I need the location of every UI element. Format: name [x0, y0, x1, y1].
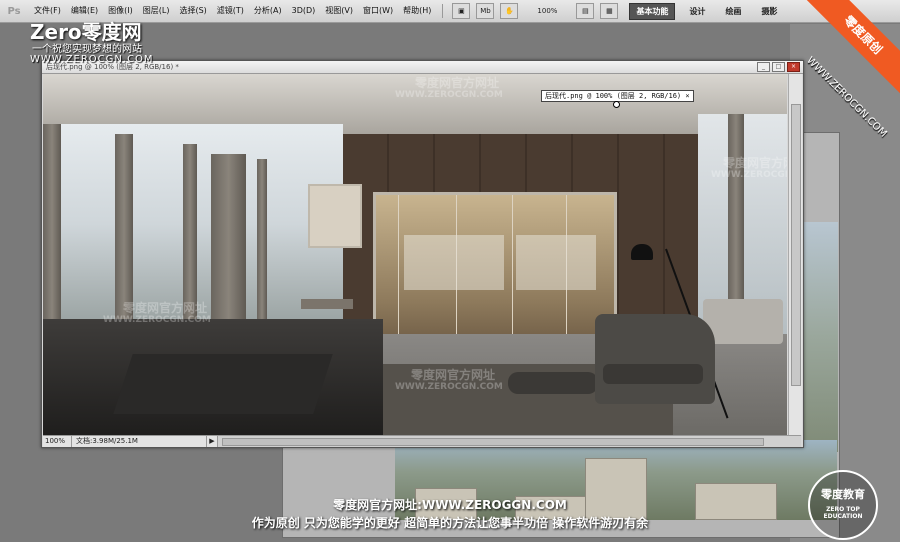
wardrobe-clothes [404, 235, 504, 290]
minimize-icon[interactable]: _ [757, 62, 770, 72]
status-menu-arrow-icon[interactable]: ▶ [207, 436, 218, 447]
watermark-faint-cn: 零度网官方网址 [411, 368, 496, 382]
education-badge-logo: 零度教育 ZERO TOP EDUCATION [808, 470, 878, 540]
badge-title: 零度教育 [821, 488, 865, 501]
menu-window[interactable]: 窗口(W) [358, 0, 398, 22]
menu-filter[interactable]: 滤镜(T) [212, 0, 249, 22]
scene-lamp-head [631, 244, 653, 260]
watermark-faint-url: WWW.ZEROCGN.COM [395, 382, 503, 392]
vertical-scrollbar[interactable] [788, 74, 802, 435]
toolbar-divider [442, 4, 444, 18]
watermark-url: WWW.ZEROCGN.COM [30, 54, 154, 65]
horizontal-scrollbar[interactable] [218, 436, 801, 447]
scene-pillar [43, 124, 61, 334]
scene-lounge-chair [595, 314, 715, 404]
mouse-cursor-icon [613, 101, 620, 108]
zoom-level-field[interactable]: 100% [527, 7, 567, 15]
menu-analysis[interactable]: 分析(A) [249, 0, 287, 22]
screen-mode-icon[interactable]: ▦ [600, 3, 619, 19]
scene-painting [308, 184, 362, 248]
scrollbar-thumb[interactable] [222, 438, 764, 446]
bridge-icon[interactable]: ▣ [452, 3, 471, 19]
caption-line-1: 零度网官方网址:WWW.ZEROGGN.COM [333, 498, 567, 512]
workspace-photography-button[interactable]: 摄影 [755, 4, 783, 19]
background-city-photo-strip [804, 222, 838, 452]
menu-select[interactable]: 选择(S) [174, 0, 211, 22]
window-controls: _ □ × [757, 62, 800, 72]
watermark-slogan: 一个祝您实现梦想的网站 [32, 44, 142, 55]
scene-pillar [211, 154, 246, 334]
workspace-painting-button[interactable]: 绘画 [719, 4, 747, 19]
watermark-faint-cn: 零度网官方网址 [415, 76, 500, 90]
menu-layer[interactable]: 图层(L) [138, 0, 175, 22]
workspace-design-button[interactable]: 设计 [683, 4, 711, 19]
status-bar: 100% 文档:3.98M/25.1M ▶ [43, 435, 801, 447]
watermark-faint-cn: 零度网官方网址 [723, 156, 787, 170]
watermark-faint-cn: 零度网官方网址 [123, 301, 208, 315]
watermark-faint-url: WWW.ZEROCGN.COM [395, 90, 503, 100]
menu-view[interactable]: 视图(V) [320, 0, 358, 22]
menu-help[interactable]: 帮助(H) [398, 0, 436, 22]
scene-desk [301, 299, 353, 309]
caption-line-2: 作为原创 只为您能学的更好 超简单的方法让您事半功倍 操作软件游刃有余 [251, 516, 649, 530]
watermark-faint-url: WWW.ZEROCGN.COM [711, 170, 787, 180]
document-title-bar[interactable]: 后现代.png @ 100% (图层 2, RGB/16) * _ □ × [42, 61, 803, 74]
scene-bed-throw [113, 354, 333, 414]
watermark-faint-url: WWW.ZEROCGN.COM [103, 315, 211, 325]
status-doc-size: 文档:3.98M/25.1M [72, 436, 207, 447]
scene-sofa [703, 299, 783, 344]
photoshop-logo-icon: Ps [7, 5, 21, 17]
scene-pillar [257, 159, 267, 329]
mini-bridge-button[interactable]: Mb [476, 3, 495, 19]
badge-subtitle: ZERO TOP EDUCATION [823, 506, 863, 520]
document-window[interactable]: 后现代.png @ 100% (图层 2, RGB/16) * _ □ × 零度… [41, 60, 804, 448]
status-zoom[interactable]: 100% [43, 436, 72, 447]
close-icon[interactable]: × [787, 62, 800, 72]
scene-ottoman [508, 372, 598, 394]
arrange-documents-icon[interactable]: ▤ [576, 3, 595, 19]
maximize-icon[interactable]: □ [772, 62, 785, 72]
wardrobe-clothes [516, 235, 596, 290]
image-canvas[interactable]: 零度网官方网址 WWW.ZEROCGN.COM 零度网官方网址 WWW.ZERO… [43, 74, 787, 435]
scene-chair-seat [603, 364, 703, 384]
menu-3d[interactable]: 3D(D) [287, 0, 321, 22]
hand-tool-icon[interactable]: ✋ [500, 3, 519, 19]
workspace-essentials-button[interactable]: 基本功能 [629, 2, 676, 20]
scrollbar-thumb[interactable] [791, 104, 801, 386]
